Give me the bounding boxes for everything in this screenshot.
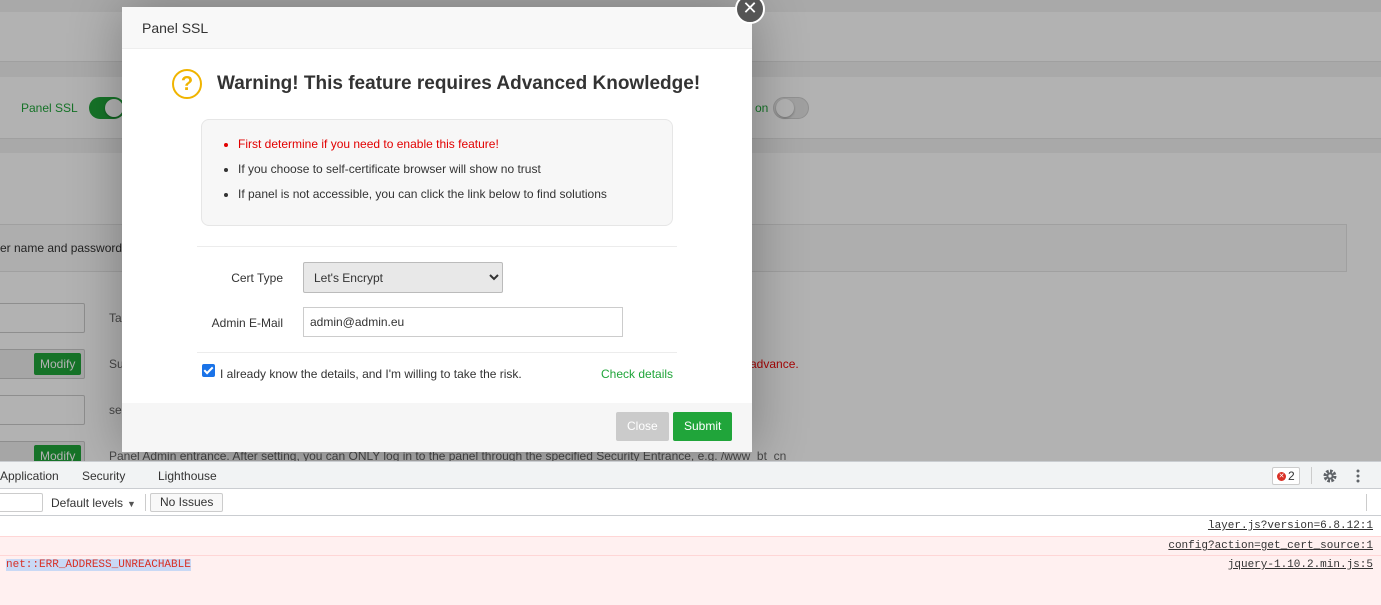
error-count: 2 <box>1288 469 1295 483</box>
devtools-tabbar: Application Security Lighthouse ✕ 2 <box>0 462 1381 489</box>
devtools-panel: Application Security Lighthouse ✕ 2 Defau… <box>0 461 1381 605</box>
console-toolbar: Default levels ▼ No Issues <box>0 489 1381 516</box>
tab-lighthouse[interactable]: Lighthouse <box>158 469 217 483</box>
admin-email-label: Admin E-Mail <box>211 316 283 330</box>
error-count-badge[interactable]: ✕ 2 <box>1272 467 1300 485</box>
gear-icon[interactable] <box>1322 468 1338 484</box>
dialog-title: Panel SSL <box>122 7 752 49</box>
error-message: net::ERR_ADDRESS_UNREACHABLE <box>6 559 191 571</box>
panel-ssl-dialog: Panel SSL ✕ ? Warning! This feature requ… <box>122 0 765 452</box>
note-item: If panel is not accessible, you can clic… <box>238 182 672 207</box>
warning-notes: First determine if you need to enable th… <box>201 119 673 226</box>
caret-down-icon: ▼ <box>127 499 136 509</box>
tab-application[interactable]: Application <box>0 469 59 483</box>
console-row: config?action=get_cert_source:1 <box>0 536 1381 555</box>
console-filter-input[interactable] <box>0 493 43 512</box>
close-button[interactable]: Close <box>616 412 669 441</box>
divider <box>145 494 146 511</box>
dialog-footer: Close Submit <box>122 403 752 452</box>
agree-risk-label[interactable]: I already know the details, and I'm will… <box>220 367 522 381</box>
note-item: First determine if you need to enable th… <box>238 132 672 157</box>
source-link[interactable]: jquery-1.10.2.min.js:5 <box>1228 559 1373 571</box>
note-item: If you choose to self-certificate browse… <box>238 157 672 182</box>
submit-button[interactable]: Submit <box>673 412 733 441</box>
error-icon: ✕ <box>1277 472 1286 482</box>
question-icon: ? <box>172 69 202 99</box>
cert-type-label: Cert Type <box>231 271 283 285</box>
warning-title: Warning! This feature requires Advanced … <box>217 73 701 94</box>
check-details-link[interactable]: Check details <box>601 367 673 381</box>
tab-security[interactable]: Security <box>82 469 125 483</box>
agree-risk-checkbox[interactable] <box>202 364 215 377</box>
default-levels-label: Default levels <box>51 496 124 510</box>
console-row: net::ERR_ADDRESS_UNREACHABLE jquery-1.10… <box>0 555 1381 605</box>
admin-email-input[interactable] <box>303 307 623 337</box>
more-options-icon[interactable] <box>1352 468 1364 484</box>
divider <box>1366 494 1367 511</box>
default-levels-dropdown[interactable]: Default levels ▼ <box>51 496 136 510</box>
no-issues-button[interactable]: No Issues <box>150 493 224 512</box>
divider <box>197 246 677 247</box>
cert-type-select[interactable]: Let's Encrypt <box>303 262 503 293</box>
source-link[interactable]: layer.js?version=6.8.12:1 <box>1208 520 1373 532</box>
divider <box>197 352 677 353</box>
divider <box>1311 467 1312 484</box>
source-link[interactable]: config?action=get_cert_source:1 <box>1168 540 1373 552</box>
console-row: layer.js?version=6.8.12:1 <box>0 517 1381 536</box>
